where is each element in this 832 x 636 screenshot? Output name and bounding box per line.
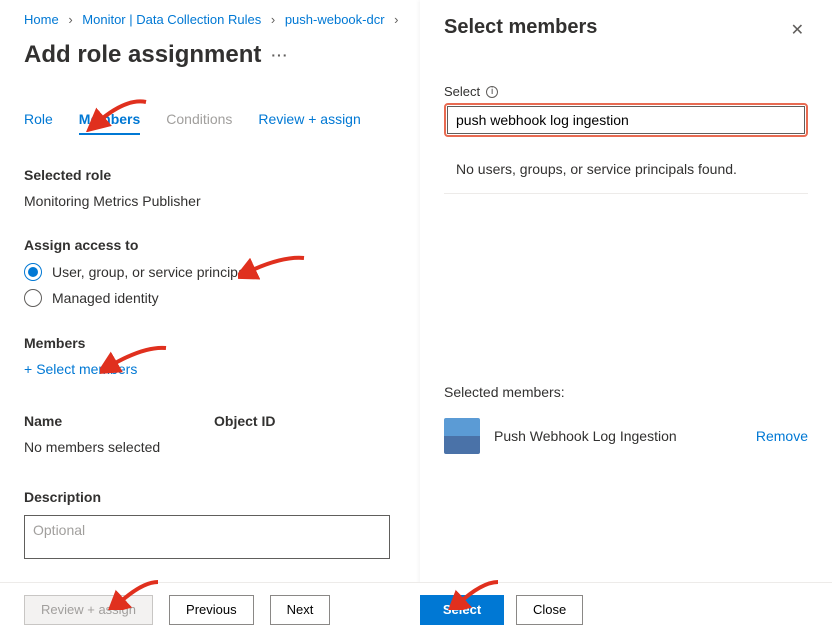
select-members-link[interactable]: +Select members bbox=[24, 361, 137, 377]
breadcrumb-monitor[interactable]: Monitor | Data Collection Rules bbox=[82, 12, 261, 27]
select-field-label: Select bbox=[444, 84, 480, 99]
chevron-right-icon: › bbox=[68, 12, 72, 27]
radio-icon bbox=[24, 289, 42, 307]
tabs: Role Members Conditions Review + assign bbox=[24, 111, 420, 135]
chevron-right-icon: › bbox=[271, 12, 275, 27]
assign-access-label: Assign access to bbox=[24, 237, 420, 253]
tab-members[interactable]: Members bbox=[79, 111, 140, 135]
members-label: Members bbox=[24, 335, 420, 351]
select-button[interactable]: Select bbox=[420, 595, 504, 625]
description-label: Description bbox=[24, 489, 420, 505]
app-icon bbox=[444, 418, 480, 454]
breadcrumb-dcr[interactable]: push-webook-dcr bbox=[285, 12, 385, 27]
tab-conditions[interactable]: Conditions bbox=[166, 111, 232, 135]
assign-access-radio-group: User, group, or service principal Manage… bbox=[24, 263, 420, 307]
more-actions-icon[interactable]: ··· bbox=[271, 47, 288, 63]
col-object-id: Object ID bbox=[214, 413, 275, 429]
selected-role-label: Selected role bbox=[24, 167, 420, 183]
description-textarea[interactable]: Optional bbox=[24, 515, 390, 559]
review-assign-button[interactable]: Review + assign bbox=[24, 595, 153, 625]
page-title: Add role assignment bbox=[24, 41, 261, 69]
footer-bar: Review + assign Previous Next Select Clo… bbox=[0, 582, 832, 636]
member-name: Push Webhook Log Ingestion bbox=[494, 428, 742, 444]
radio-managed-identity[interactable]: Managed identity bbox=[24, 289, 420, 307]
search-input[interactable] bbox=[448, 107, 804, 133]
previous-button[interactable]: Previous bbox=[169, 595, 254, 625]
select-members-panel: Select members ✕ Select i No users, grou… bbox=[420, 0, 832, 636]
close-icon[interactable]: ✕ bbox=[787, 16, 808, 44]
col-name: Name bbox=[24, 413, 214, 429]
radio-principal-label: User, group, or service principal bbox=[52, 264, 249, 280]
selected-role-value: Monitoring Metrics Publisher bbox=[24, 193, 420, 209]
close-button[interactable]: Close bbox=[516, 595, 583, 625]
chevron-right-icon: › bbox=[394, 12, 398, 27]
info-icon[interactable]: i bbox=[486, 86, 498, 98]
radio-identity-label: Managed identity bbox=[52, 290, 159, 306]
breadcrumb: Home › Monitor | Data Collection Rules ›… bbox=[24, 12, 420, 27]
remove-member-link[interactable]: Remove bbox=[756, 428, 808, 444]
search-highlight bbox=[444, 103, 808, 137]
no-results-message: No users, groups, or service principals … bbox=[444, 137, 808, 194]
selected-members-label: Selected members: bbox=[444, 384, 808, 400]
plus-icon: + bbox=[24, 361, 32, 377]
panel-title: Select members bbox=[444, 16, 597, 39]
selected-member-row: Push Webhook Log Ingestion Remove bbox=[444, 418, 808, 454]
breadcrumb-home[interactable]: Home bbox=[24, 12, 59, 27]
radio-icon bbox=[24, 263, 42, 281]
next-button[interactable]: Next bbox=[270, 595, 331, 625]
tab-review[interactable]: Review + assign bbox=[258, 111, 360, 135]
tab-role[interactable]: Role bbox=[24, 111, 53, 135]
radio-principal[interactable]: User, group, or service principal bbox=[24, 263, 420, 281]
members-table-header: Name Object ID bbox=[24, 405, 420, 439]
members-table-empty: No members selected bbox=[24, 439, 420, 467]
